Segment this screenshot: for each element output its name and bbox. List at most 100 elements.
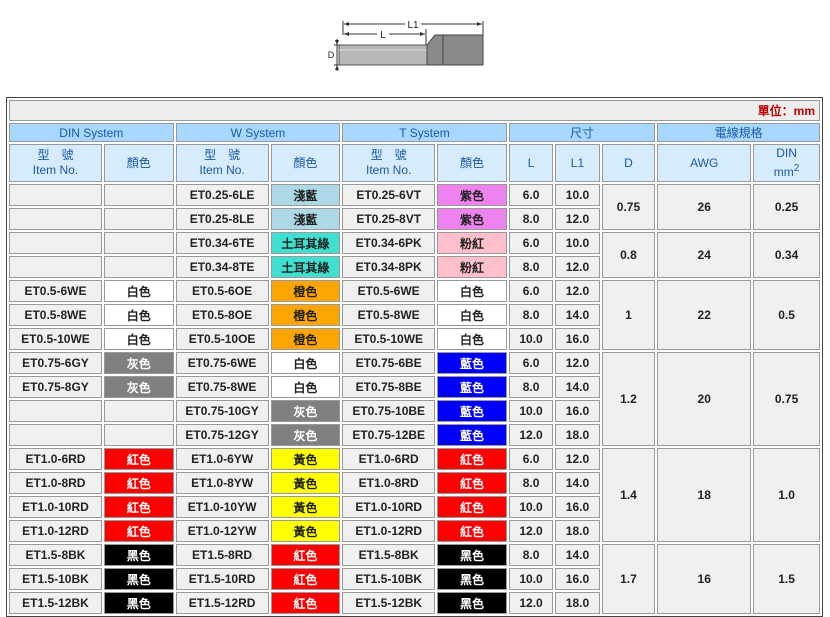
w-item-no: ET0.75-12GY bbox=[175, 424, 269, 446]
length-l1: 16.0 bbox=[555, 568, 600, 590]
t-item-no: ET0.5-6WE bbox=[342, 280, 436, 302]
t-color: 紫色 bbox=[437, 208, 507, 230]
w-item-no: ET1.0-12YW bbox=[175, 520, 269, 542]
l-label: L bbox=[380, 30, 386, 41]
ferrule-drawing: L1 L D bbox=[326, 18, 484, 71]
spec-d: 0.8 bbox=[601, 232, 656, 278]
length-l: 6.0 bbox=[508, 280, 554, 302]
din-item-no: ET1.0-10RD bbox=[9, 496, 102, 518]
length-l: 6.0 bbox=[508, 448, 554, 470]
w-item-no: ET1.5-8RD bbox=[175, 544, 269, 566]
ferrule-collar bbox=[426, 34, 484, 66]
length-l1: 18.0 bbox=[555, 592, 600, 614]
w-item-no: ET1.0-6YW bbox=[175, 448, 269, 470]
w-color: 白色 bbox=[270, 352, 341, 374]
t-color: 白色 bbox=[437, 328, 507, 350]
w-item-no: ET0.75-10GY bbox=[175, 400, 269, 422]
group-din-system: DIN System bbox=[9, 123, 174, 142]
w-item-no: ET1.5-12RD bbox=[175, 592, 269, 614]
group-w-system: W System bbox=[175, 123, 341, 142]
din-color: 白色 bbox=[103, 328, 174, 350]
w-item-no: ET0.75-6WE bbox=[175, 352, 269, 374]
t-color: 黑色 bbox=[437, 544, 507, 566]
spec-d: 1 bbox=[601, 280, 656, 350]
t-color: 黑色 bbox=[437, 592, 507, 614]
ferrule-tube bbox=[338, 44, 428, 66]
w-item-no: ET0.5-10OE bbox=[175, 328, 269, 350]
w-color: 灰色 bbox=[270, 400, 341, 422]
din-color: 紅色 bbox=[103, 520, 174, 542]
t-color: 藍色 bbox=[437, 424, 507, 446]
din-item-no bbox=[9, 256, 102, 278]
header-item-no-en: Item No. bbox=[199, 163, 245, 177]
w-item-no: ET0.5-6OE bbox=[175, 280, 269, 302]
length-l: 8.0 bbox=[508, 256, 554, 278]
w-color: 黃色 bbox=[270, 520, 341, 542]
length-l: 8.0 bbox=[508, 304, 554, 326]
din-color: 灰色 bbox=[103, 352, 174, 374]
din-color: 紅色 bbox=[103, 472, 174, 494]
t-item-no: ET0.75-8BE bbox=[342, 376, 436, 398]
header-l1: L1 bbox=[555, 144, 600, 182]
din-item-no bbox=[9, 424, 102, 446]
header-din-sup: 2 bbox=[793, 163, 800, 174]
length-l1: 12.0 bbox=[555, 280, 600, 302]
length-l1: 14.0 bbox=[555, 544, 600, 566]
t-color: 紫色 bbox=[437, 184, 507, 206]
table-row: ET1.0-6RD 紅色 ET1.0-6YW 黃色 ET1.0-6RD 紅色 6.0 12.0… bbox=[9, 448, 820, 542]
table-row: ET1.5-8BK 黑色 ET1.5-8RD 紅色 ET1.5-8BK 黑色 8.0 14.0… bbox=[9, 544, 820, 614]
t-color: 白色 bbox=[437, 280, 507, 302]
header-item-no-zh: 型 號 bbox=[370, 148, 407, 162]
table-row: ET0.5-6WE 白色 ET0.5-6OE 橙色 ET0.5-6WE 白色 6.0 12.0… bbox=[9, 280, 820, 350]
d-label: D bbox=[328, 50, 335, 60]
din-color: 灰色 bbox=[103, 376, 174, 398]
din-item-no: ET0.5-10WE bbox=[9, 328, 102, 350]
t-color: 紅色 bbox=[437, 472, 507, 494]
spec-awg: 24 bbox=[657, 232, 752, 278]
din-color bbox=[103, 256, 174, 278]
header-t-item-no: 型 號 Item No. bbox=[342, 144, 436, 182]
table-row: ET0.25-6LE 淺藍 ET0.25-6VT 紫色 6.0 10.0 0.75 26 0.2… bbox=[9, 184, 820, 230]
w-color: 黃色 bbox=[270, 472, 341, 494]
w-color: 紅色 bbox=[270, 592, 341, 614]
w-item-no: ET0.34-8TE bbox=[175, 256, 269, 278]
length-l1: 16.0 bbox=[555, 328, 600, 350]
w-item-no: ET0.25-8LE bbox=[175, 208, 269, 230]
din-color bbox=[103, 184, 174, 206]
length-l: 12.0 bbox=[508, 592, 554, 614]
t-item-no: ET1.5-8BK bbox=[342, 544, 436, 566]
t-color: 藍色 bbox=[437, 376, 507, 398]
din-color: 黑色 bbox=[103, 544, 174, 566]
spec-din: 0.5 bbox=[753, 280, 820, 350]
length-l: 8.0 bbox=[508, 376, 554, 398]
group-wire-spec: 電線規格 bbox=[657, 123, 820, 142]
header-din-color: 顏色 bbox=[103, 144, 174, 182]
t-color: 黑色 bbox=[437, 568, 507, 590]
length-l: 8.0 bbox=[508, 208, 554, 230]
din-item-no: ET0.5-8WE bbox=[9, 304, 102, 326]
length-l: 6.0 bbox=[508, 184, 554, 206]
header-t-color: 顏色 bbox=[437, 144, 507, 182]
w-item-no: ET0.75-8WE bbox=[175, 376, 269, 398]
din-color: 白色 bbox=[103, 280, 174, 302]
spec-awg: 18 bbox=[657, 448, 752, 542]
spec-din: 0.75 bbox=[753, 352, 820, 446]
din-item-no bbox=[9, 232, 102, 254]
spec-awg: 16 bbox=[657, 544, 752, 614]
din-item-no bbox=[9, 400, 102, 422]
t-color: 白色 bbox=[437, 304, 507, 326]
length-l1: 12.0 bbox=[555, 352, 600, 374]
din-color: 白色 bbox=[103, 304, 174, 326]
length-l1: 14.0 bbox=[555, 376, 600, 398]
t-item-no: ET1.5-10BK bbox=[342, 568, 436, 590]
length-l1: 12.0 bbox=[555, 208, 600, 230]
length-l: 10.0 bbox=[508, 328, 554, 350]
t-color: 粉紅 bbox=[437, 256, 507, 278]
length-l: 8.0 bbox=[508, 544, 554, 566]
header-item-no-zh: 型 號 bbox=[37, 148, 74, 162]
header-w-item-no: 型 號 Item No. bbox=[175, 144, 269, 182]
length-l: 10.0 bbox=[508, 496, 554, 518]
t-item-no: ET0.75-6BE bbox=[342, 352, 436, 374]
spec-d: 1.7 bbox=[601, 544, 656, 614]
w-color: 黃色 bbox=[270, 496, 341, 518]
